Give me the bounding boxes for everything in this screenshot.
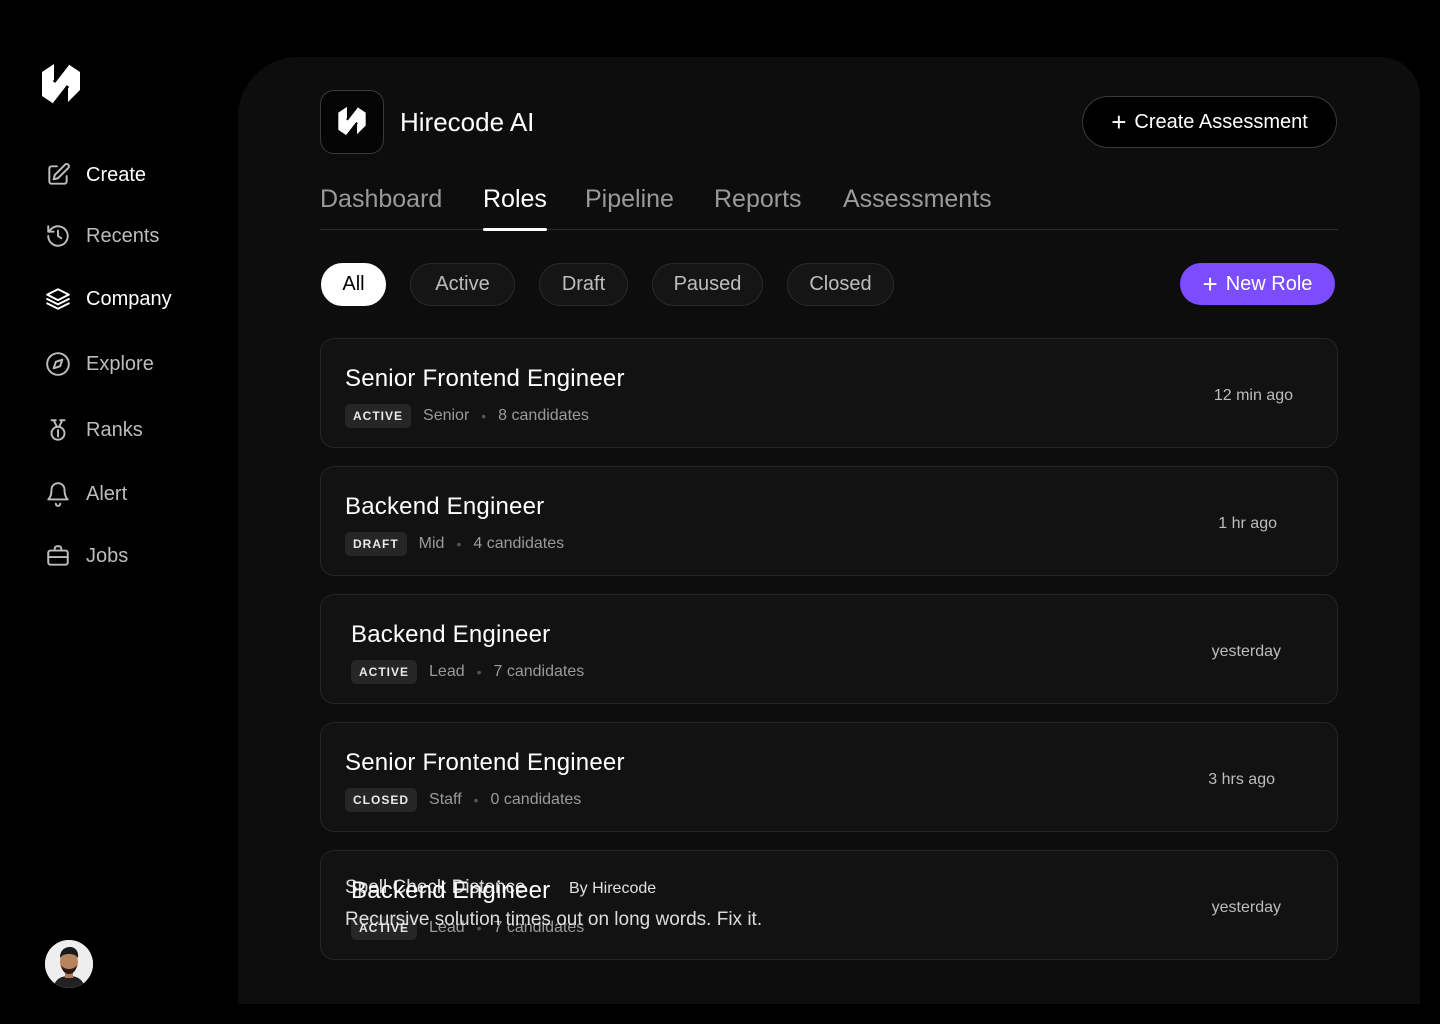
tab-reports[interactable]: Reports (714, 185, 802, 230)
separator-dot: • (481, 408, 487, 424)
sidebar-item-ranks[interactable]: Ranks (44, 415, 143, 445)
edit-icon (44, 161, 72, 189)
sidebar-item-create[interactable]: Create (44, 160, 146, 190)
sidebar-item-label: Jobs (86, 544, 129, 567)
role-title: Senior Frontend Engineer (345, 365, 625, 392)
main-panel: Hirecode AI + Create Assessment Dashboar… (238, 57, 1420, 1004)
role-title: Backend Engineer (345, 493, 545, 520)
role-time: 3 hrs ago (1208, 771, 1275, 788)
sidebar-item-alert[interactable]: Alert (44, 479, 127, 509)
create-assessment-button[interactable]: + Create Assessment (1082, 96, 1337, 148)
tab-assessments[interactable]: Assessments (843, 185, 992, 230)
history-icon (44, 222, 72, 250)
separator-dot: • (476, 664, 482, 680)
role-time: 1 hr ago (1218, 515, 1277, 532)
ghost-title: Spell Check Distance (345, 877, 526, 898)
sidebar-item-label: Explore (86, 352, 154, 375)
tab-pipeline[interactable]: Pipeline (585, 185, 674, 230)
role-candidates: 8 candidates (498, 407, 589, 424)
sidebar-item-label: Ranks (86, 418, 143, 441)
bell-icon (44, 480, 72, 508)
sidebar-item-company[interactable]: Company (44, 284, 172, 314)
role-candidates: 7 candidates (493, 663, 585, 680)
compass-icon (44, 350, 72, 378)
avatar[interactable] (45, 940, 93, 988)
new-role-label: New Role (1225, 272, 1313, 295)
sidebar-item-recents[interactable]: Recents (44, 221, 159, 251)
status-badge: ACTIVE (345, 404, 412, 428)
sidebar-item-label: Company (86, 287, 172, 310)
role-meta: CLOSED Staff • 0 candidates (345, 788, 581, 812)
filter-paused[interactable]: Paused (652, 263, 763, 306)
filter-active[interactable]: Active (410, 263, 515, 306)
role-card[interactable]: Senior Frontend Engineer ACTIVE Senior •… (320, 338, 1338, 448)
status-badge: CLOSED (345, 788, 418, 812)
brand-logo (320, 90, 384, 154)
sidebar: Create Recents Company Explore Ranks Ale… (0, 0, 238, 1024)
status-badge: ACTIVE (351, 660, 418, 684)
role-time: yesterday (1211, 899, 1281, 916)
role-level: Lead (429, 663, 465, 680)
role-meta: ACTIVE Senior • 8 candidates (345, 404, 589, 428)
tab-bar: Dashboard Roles Pipeline Reports Assessm… (320, 185, 1338, 231)
filter-closed[interactable]: Closed (787, 263, 894, 306)
new-role-button[interactable]: + New Role (1180, 263, 1335, 305)
filter-all[interactable]: All (321, 263, 386, 306)
role-candidates: 4 candidates (473, 535, 565, 552)
tab-dashboard[interactable]: Dashboard (320, 185, 442, 230)
layers-icon (44, 285, 72, 313)
sidebar-item-label: Create (86, 163, 147, 186)
role-title: Backend Engineer (351, 621, 551, 648)
status-badge: DRAFT (345, 532, 407, 556)
role-meta: DRAFT Mid • 4 candidates (345, 532, 564, 556)
medal-icon (44, 416, 72, 444)
create-assessment-label: Create Assessment (1134, 110, 1308, 133)
sidebar-item-explore[interactable]: Explore (44, 349, 154, 379)
brand-name: Hirecode AI (400, 107, 535, 137)
role-level: Senior (423, 407, 470, 424)
ghost-author: By Hirecode (569, 880, 657, 897)
role-card[interactable]: Backend Engineer ACTIVE Lead • 7 candida… (320, 850, 1338, 960)
role-title: Senior Frontend Engineer (345, 749, 625, 776)
sidebar-item-label: Recents (86, 224, 160, 247)
role-time: yesterday (1211, 643, 1281, 660)
role-card[interactable]: Senior Frontend Engineer CLOSED Staff • … (320, 722, 1338, 832)
role-card[interactable]: Backend Engineer DRAFT Mid • 4 candidate… (320, 466, 1338, 576)
plus-icon: + (1111, 107, 1127, 137)
role-level: Mid (418, 535, 445, 552)
ghost-description: Recursive solution times out on long wor… (345, 909, 763, 930)
role-candidates: 0 candidates (490, 791, 582, 808)
filter-draft[interactable]: Draft (539, 263, 628, 306)
role-time: 12 min ago (1213, 387, 1293, 404)
sidebar-item-jobs[interactable]: Jobs (44, 541, 128, 571)
separator-dot: • (473, 792, 479, 808)
role-level: Staff (429, 791, 462, 808)
role-meta: ACTIVE Lead • 7 candidates (351, 660, 584, 684)
role-card[interactable]: Backend Engineer ACTIVE Lead • 7 candida… (320, 594, 1338, 704)
briefcase-icon (44, 542, 72, 570)
plus-icon: + (1202, 269, 1218, 299)
tab-roles[interactable]: Roles (483, 185, 547, 231)
app-logo[interactable] (40, 60, 82, 110)
separator-dot: • (456, 536, 462, 552)
sidebar-item-label: Alert (86, 482, 128, 505)
